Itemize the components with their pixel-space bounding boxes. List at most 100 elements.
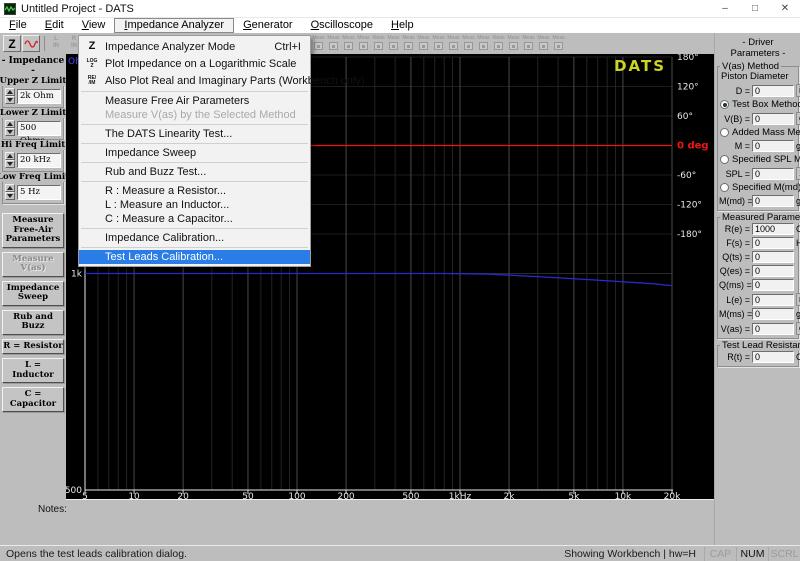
meas-toolbar-icon[interactable]: Meas (477, 35, 490, 50)
param-value-field[interactable]: 0 (752, 113, 794, 125)
menu-item-l-measure-an-inductor[interactable]: L : Measure an Inductor... (79, 198, 310, 212)
meas-icon-glyph (389, 42, 398, 50)
meas-toolbar-icon[interactable]: Meas (312, 35, 325, 50)
meas-toolbar-icon[interactable]: Meas (462, 35, 475, 50)
menubar-item-impedance-analyzer[interactable]: Impedance Analyzer (114, 18, 234, 33)
test-box-method-radio[interactable] (720, 100, 729, 109)
menubar-item-view[interactable]: View (73, 18, 115, 33)
lower-z-limit-field[interactable]: 500 Ohms (17, 121, 61, 136)
meas-toolbar-icon[interactable]: Meas (447, 35, 460, 50)
param-unit-button[interactable]: cu ft (796, 322, 800, 335)
driver-parameters-panel: - Driver Parameters - V(as) Method Pisto… (714, 33, 800, 545)
param-value-field[interactable]: 0 (752, 251, 794, 263)
meas-toolbar-icon[interactable]: Meas (387, 35, 400, 50)
menu-item-impedance-sweep[interactable]: Impedance Sweep (79, 146, 310, 160)
close-button[interactable]: ✕ (770, 0, 800, 17)
minimize-button[interactable]: – (710, 0, 740, 17)
param-unit-button[interactable]: cu ft (796, 112, 800, 125)
notes-area[interactable]: Notes: (0, 500, 714, 545)
param-value-field[interactable]: 0 (752, 294, 794, 306)
specified-spl-method-radio[interactable] (720, 155, 729, 164)
param-value-field[interactable]: 0 (752, 237, 794, 249)
meas-toolbar-icon[interactable]: Meas (417, 35, 430, 50)
meas-toolbar-icon[interactable]: Meas (402, 35, 415, 50)
menu-item-plot-impedance-on-a-logarithmic-scale[interactable]: LOGZPlot Impedance on a Logarithmic Scal… (79, 55, 310, 72)
menu-item-c-measure-a-capacitor[interactable]: C : Measure a Capacitor... (79, 212, 310, 226)
spin-down-button[interactable] (5, 160, 15, 168)
menu-item-measure-free-air-parameters[interactable]: Measure Free Air Parameters (79, 94, 310, 108)
menubar-item-help[interactable]: Help (382, 18, 423, 33)
specified-m-md-option[interactable]: Specified M(md) (719, 182, 797, 193)
specified-m-md-radio[interactable] (720, 183, 729, 192)
spin-up-button[interactable] (5, 120, 15, 128)
meas-toolbar-icon[interactable]: Meas (357, 35, 370, 50)
specified-spl-method-option[interactable]: Specified SPL Method (719, 154, 797, 165)
menu-item-measure-v-as-by-the-selected-method[interactable]: Measure V(as) by the Selected Method (79, 108, 310, 122)
low-freq-limit-field[interactable]: 5 Hz (17, 185, 61, 200)
param-unit-button[interactable]: inches (796, 84, 800, 97)
meas-toolbar-icon[interactable]: Meas (492, 35, 505, 50)
meas-toolbar-icon[interactable]: Meas (372, 35, 385, 50)
param-value-field[interactable]: 0 (752, 279, 794, 291)
param-unit-button[interactable]: 1W/1m (796, 167, 800, 180)
left-input-icon[interactable]: LIN (48, 36, 64, 50)
test-box-method-option[interactable]: Test Box Method (719, 99, 797, 110)
param-value-field[interactable]: 0 (752, 308, 794, 320)
param-value-field[interactable]: 0 (752, 140, 794, 152)
spin-up-button[interactable] (5, 152, 15, 160)
added-mass-method-option[interactable]: Added Mass Method (719, 127, 797, 138)
menu-item-the-dats-linearity-test[interactable]: The DATS Linearity Test... (79, 127, 310, 141)
hi-freq-limit-field[interactable]: 20 kHz (17, 153, 61, 168)
menu-item-also-plot-real-and-imaginary-parts-workbench-only[interactable]: RE//IMAlso Plot Real and Imaginary Parts… (79, 72, 310, 89)
menubar-item-edit[interactable]: Edit (36, 18, 73, 33)
param-label: R(e) = (719, 224, 752, 234)
spin-up-button[interactable] (5, 88, 15, 96)
param-value-field[interactable]: 0 (752, 195, 794, 207)
meas-toolbar-icon[interactable]: Meas (342, 35, 355, 50)
upper-z-limit-field[interactable]: 2k Ohm (17, 89, 61, 104)
maximize-button[interactable]: □ (740, 0, 770, 17)
meas-toolbar-icon[interactable]: Meas (522, 35, 535, 50)
param-value-field[interactable]: 0 (752, 265, 794, 277)
meas-toolbar-icon[interactable]: Meas (552, 35, 565, 50)
c-capacitor-button[interactable]: C = Capacitor (2, 387, 64, 412)
menu-item-impedance-analyzer-mode[interactable]: ZImpedance Analyzer ModeCtrl+I (79, 38, 310, 55)
meas-toolbar-icon[interactable]: Meas (537, 35, 550, 50)
param-value-field[interactable]: 0 (752, 168, 794, 180)
menu-item-impedance-calibration[interactable]: Impedance Calibration... (79, 231, 310, 245)
l-inductor-button[interactable]: L = Inductor (2, 358, 64, 383)
param-unit-button[interactable]: mH (10k) (796, 293, 800, 306)
sine-wave-icon[interactable] (22, 35, 40, 52)
param-row-f-s: F(s) =0Hz (719, 237, 797, 249)
meas-toolbar-icon[interactable]: Meas (327, 35, 340, 50)
meas-toolbar-icon[interactable]: Meas (432, 35, 445, 50)
spin-up-button[interactable] (5, 184, 15, 192)
impedance-sweep-button[interactable]: ImpedanceSweep (2, 281, 64, 306)
spin-down-button[interactable] (5, 192, 15, 200)
measure-v-as-button[interactable]: Measure V(as) (2, 252, 64, 277)
r-resistor-button[interactable]: R = Resistor (2, 339, 64, 355)
param-value-field[interactable]: 0 (752, 85, 794, 97)
added-mass-method-radio[interactable] (720, 128, 729, 137)
param-value-field[interactable]: 1000 (752, 223, 794, 235)
menubar-item-oscilloscope[interactable]: Oscilloscope (302, 18, 382, 33)
rub-and-buzz-button[interactable]: Rub and Buzz (2, 310, 64, 335)
measure-free-air-parameters-button[interactable]: MeasureFree-AirParameters (2, 213, 64, 248)
param-value-field[interactable]: 0 (752, 351, 794, 363)
meas-toolbar-icon[interactable]: Meas (507, 35, 520, 50)
menu-item-test-leads-calibration[interactable]: Test Leads Calibration... (79, 250, 310, 264)
meas-icon-label: Meas (312, 35, 325, 41)
menu-item-rub-and-buzz-test[interactable]: Rub and Buzz Test... (79, 165, 310, 179)
spin-down-button[interactable] (5, 128, 15, 136)
menu-item-r-measure-a-resistor[interactable]: R : Measure a Resistor... (79, 184, 310, 198)
param-value-field[interactable]: 0 (752, 323, 794, 335)
meas-icon-glyph (539, 42, 548, 50)
menubar-item-generator[interactable]: Generator (234, 18, 302, 33)
log-scale-icon: LOGZ (79, 59, 105, 69)
menubar-item-file[interactable]: File (0, 18, 36, 33)
up-arrow-icon (7, 122, 13, 126)
meas-icon-label: Meas (432, 35, 445, 41)
menu-item-label: Test Leads Calibration... (105, 251, 310, 263)
spin-down-button[interactable] (5, 96, 15, 104)
impedance-mode-toolbar-button[interactable]: Z (3, 35, 21, 52)
